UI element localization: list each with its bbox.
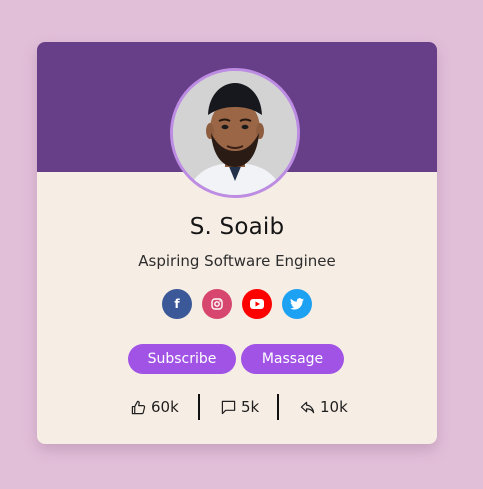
youtube-icon — [250, 299, 264, 309]
share-reply-icon — [300, 401, 315, 413]
likes-count: 60k — [151, 398, 179, 416]
stats-divider — [198, 394, 200, 420]
comment-icon — [221, 400, 236, 414]
shares-stat[interactable]: 10k — [300, 394, 348, 420]
shares-count: 10k — [320, 398, 348, 416]
stats-row: 60k 5k 10k — [37, 394, 437, 420]
twitter-icon — [290, 298, 304, 310]
avatar — [170, 68, 300, 198]
thumbs-up-icon — [131, 400, 146, 414]
subscribe-button[interactable]: Subscribe — [128, 344, 236, 374]
youtube-link[interactable] — [242, 289, 272, 319]
stats-divider — [277, 394, 279, 420]
profile-card: S. Soaib Aspiring Software Enginee f Sub… — [37, 42, 437, 444]
instagram-link[interactable] — [202, 289, 232, 319]
facebook-icon: f — [174, 297, 180, 311]
profile-role: Aspiring Software Enginee — [138, 252, 336, 270]
social-links: f — [162, 289, 312, 320]
instagram-icon — [211, 298, 223, 310]
comments-stat[interactable]: 5k — [221, 394, 259, 420]
comments-count: 5k — [241, 398, 260, 416]
profile-name: S. Soaib — [189, 214, 285, 240]
message-button[interactable]: Massage — [241, 344, 344, 374]
facebook-link[interactable]: f — [162, 289, 192, 319]
twitter-link[interactable] — [282, 289, 312, 319]
likes-stat[interactable]: 60k — [131, 394, 179, 420]
